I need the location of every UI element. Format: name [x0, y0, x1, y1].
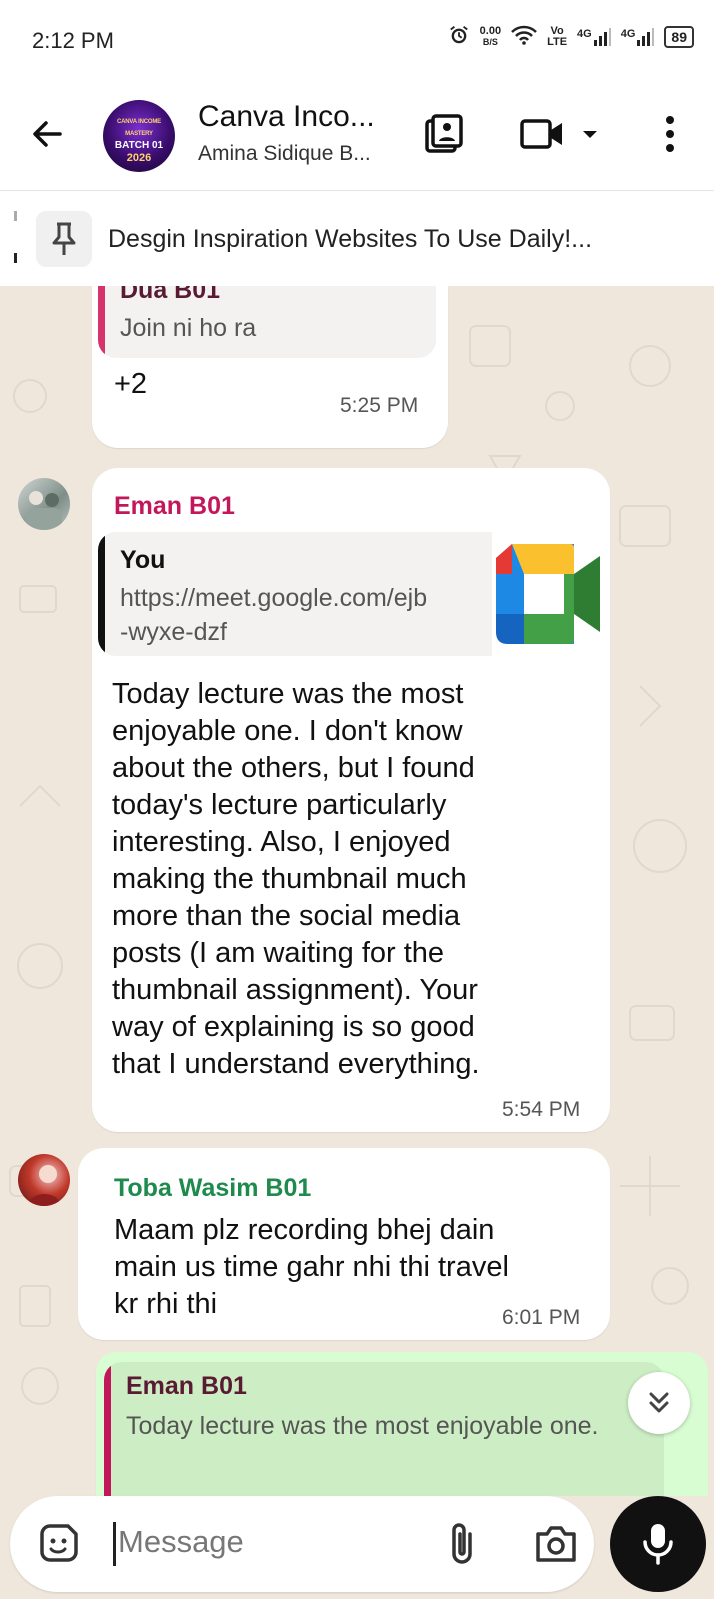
quote-sender: Dua B01 — [120, 286, 221, 304]
signal-bars-icon — [593, 27, 611, 46]
chat-area[interactable]: Dua B01 Join ni ho ra +2 5:25 PM Eman B0… — [0, 286, 714, 1496]
group-avatar[interactable]: CANVA INCOME MASTERY BATCH 01 2026 — [103, 100, 175, 172]
message-text-line: about the others, but I found — [112, 752, 475, 784]
quoted-message[interactable]: Dua B01 Join ni ho ra — [98, 286, 436, 358]
message-text-line: main us time gahr nhi thi travel — [114, 1251, 509, 1283]
alarm-icon — [448, 24, 470, 49]
message-bubble[interactable]: Eman B01 You https://meet.google.com/ejb… — [92, 468, 610, 1132]
pin-icon-box — [36, 211, 92, 267]
group-media-button[interactable] — [420, 110, 468, 158]
status-bar: 2:12 PM 0.00 B/S Vo LTE 4G 4G 89 — [0, 0, 714, 80]
message-text-line: enjoyable one. I don't know — [112, 715, 463, 747]
quoted-message[interactable]: You https://meet.google.com/ejb -wyxe-dz… — [98, 532, 604, 656]
text-cursor — [113, 1522, 116, 1566]
signal-bars-icon — [637, 27, 655, 46]
wifi-icon — [511, 25, 537, 48]
message-text-line: thumbnail assignment). Your — [112, 974, 478, 1006]
battery-indicator: 89 — [664, 25, 694, 48]
profile-photo-icon — [28, 1165, 62, 1206]
message-bubble-outgoing[interactable]: Eman B01 Today lecture was the most enjo… — [96, 1352, 708, 1496]
caret-down-icon — [583, 131, 597, 138]
quote-sender: Eman B01 — [126, 1372, 247, 1400]
pinned-message-text: Desgin Inspiration Websites To Use Daily… — [108, 225, 593, 253]
video-camera-icon — [520, 119, 562, 149]
speed-unit: B/S — [482, 36, 498, 47]
back-button[interactable] — [26, 112, 70, 156]
message-bubble[interactable]: Toba Wasim B01 Maam plz recording bhej d… — [78, 1148, 610, 1340]
more-options-button[interactable] — [646, 110, 694, 158]
camera-icon[interactable] — [532, 1520, 580, 1568]
sender-name[interactable]: Toba Wasim B01 — [114, 1174, 311, 1203]
chat-subtitle[interactable]: Amina Sidique B... — [198, 142, 371, 166]
sender-name[interactable]: Eman B01 — [114, 492, 235, 521]
network-speed: 0.00 B/S — [479, 24, 502, 48]
message-text-line: making the thumbnail much — [112, 863, 467, 895]
message-text-line: Maam plz recording bhej dain — [114, 1214, 495, 1246]
message-time: 5:25 PM — [340, 394, 419, 417]
message-composer[interactable]: Message — [10, 1496, 594, 1592]
message-text-line: today's lecture particularly — [112, 789, 447, 821]
quote-text-line: https://meet.google.com/ejb — [120, 584, 428, 612]
paperclip-icon[interactable] — [442, 1520, 486, 1568]
chat-header: CANVA INCOME MASTERY BATCH 01 2026 Canva… — [0, 80, 714, 190]
message-input[interactable]: Message — [118, 1524, 244, 1560]
quoted-message[interactable]: Eman B01 Today lecture was the most enjo… — [104, 1362, 664, 1496]
status-time: 2:12 PM — [32, 28, 114, 53]
message-body: Maam plz recording bhej dain main us tim… — [114, 1212, 509, 1323]
pinned-message-bar[interactable]: Desgin Inspiration Websites To Use Daily… — [0, 190, 714, 286]
people-photo-icon — [26, 491, 62, 530]
volte-indicator: Vo LTE — [547, 24, 568, 48]
message-text-line: kr rhi thi — [114, 1288, 218, 1320]
video-call-button[interactable] — [520, 110, 600, 158]
more-vert-icon — [666, 116, 674, 152]
avatar-text-3: 2026 — [126, 152, 152, 164]
message-body: Today lecture was the most enjoyable one… — [112, 676, 480, 1083]
quote-text-line: -wyxe-dzf — [120, 618, 227, 646]
quote-text: Today lecture was the most enjoyable one… — [126, 1412, 599, 1440]
google-meet-thumbnail — [492, 532, 604, 656]
quote-accent-bar — [98, 286, 105, 358]
message-text-line: interesting. Also, I enjoyed — [112, 826, 451, 858]
status-icons: 0.00 B/S Vo LTE 4G 4G 89 — [448, 24, 694, 49]
google-meet-icon — [496, 544, 600, 644]
quote-text: Join ni ho ra — [120, 314, 257, 342]
message-time: 5:54 PM — [502, 1098, 581, 1121]
pin-indicator-icon — [14, 211, 17, 263]
signal-1: 4G — [577, 27, 611, 46]
message-text-line: Today lecture was the most — [112, 678, 464, 710]
quote-sender: You — [120, 546, 166, 574]
pin-icon — [52, 222, 76, 255]
quote-accent-bar — [104, 1362, 111, 1496]
sticker-icon[interactable] — [36, 1522, 80, 1566]
message-text-line: posts (I am waiting for the — [112, 937, 445, 969]
message-text: +2 — [114, 368, 148, 400]
double-chevron-down-icon — [649, 1392, 669, 1413]
scroll-to-bottom-button[interactable] — [628, 1372, 690, 1434]
avatar-text-1: CANVA INCOME MASTERY — [117, 119, 161, 137]
chat-title[interactable]: Canva Inco... — [198, 100, 375, 134]
message-text-line: way of explaining is so good — [112, 1011, 475, 1043]
net1-label: 4G — [577, 27, 592, 40]
message-bubble[interactable]: Dua B01 Join ni ho ra +2 5:25 PM — [92, 286, 448, 448]
net2-label: 4G — [620, 27, 636, 40]
signal-2: 4G — [620, 27, 655, 46]
message-text-line: more than the social media — [112, 900, 461, 932]
message-time: 6:01 PM — [502, 1306, 581, 1329]
quote-accent-bar — [98, 532, 105, 656]
arrow-left-icon — [33, 121, 62, 147]
voice-message-button[interactable] — [610, 1496, 706, 1592]
microphone-icon — [643, 1524, 673, 1565]
volte-bottom: LTE — [547, 35, 568, 48]
sender-avatar[interactable] — [18, 1154, 70, 1206]
sender-avatar[interactable] — [18, 478, 70, 530]
volte-top: Vo — [550, 24, 564, 37]
avatar-text-2: BATCH 01 — [114, 140, 164, 151]
speed-value: 0.00 — [479, 24, 502, 37]
contact-card-icon — [425, 114, 463, 153]
message-text-line: that I understand everything. — [112, 1048, 480, 1080]
